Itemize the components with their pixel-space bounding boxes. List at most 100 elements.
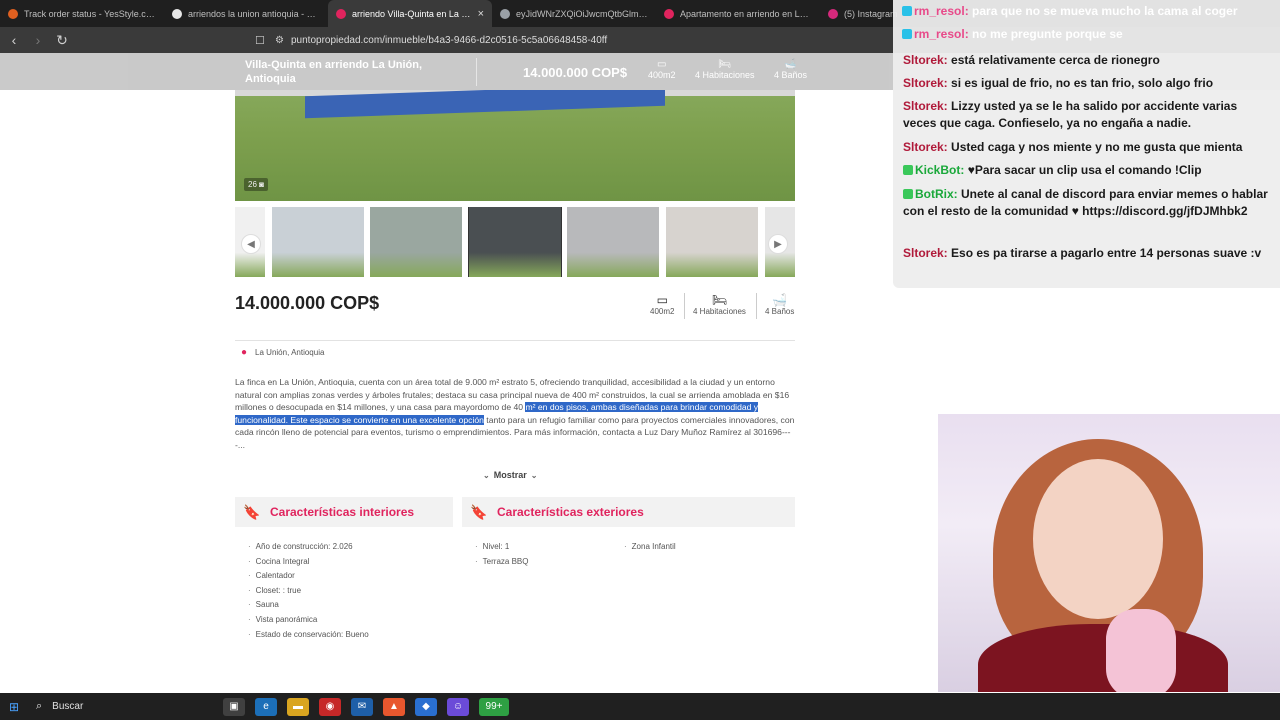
browser-tab[interactable]: Apartamento en arriendo en La Unió: [656, 0, 820, 27]
sticky-rooms: 🛏 4 Habitaciones: [695, 59, 755, 80]
forward-button[interactable]: ›: [28, 30, 48, 50]
chat-message: Sltorek: está relativamente cerca de rio…: [903, 52, 1268, 69]
chat-text: para que no se mueva mucho la cama al co…: [972, 4, 1238, 18]
gallery-thumbnail[interactable]: [271, 207, 364, 277]
webcam-shirt: [978, 624, 1228, 692]
feature-item: Terraza BBQ: [475, 555, 529, 570]
browser-tab[interactable]: eyJidWNrZXQiOiJwcmQtbGlmdWxsY: [492, 0, 656, 27]
chat-text: Lizzy usted ya se le ha salido por accid…: [903, 99, 1238, 130]
gallery-thumbnail[interactable]: [370, 207, 463, 277]
url-text: puntopropiedad.com/inmueble/b4a3-9466-d2…: [291, 34, 608, 46]
chat-badge-icon: [902, 6, 912, 16]
chat-message: Sltorek: Lizzy usted ya se le ha salido …: [903, 98, 1268, 132]
tab-favicon-icon: [8, 8, 18, 19]
feature-baths-label: 4 Baños: [765, 307, 795, 316]
search-icon: ⌕: [36, 700, 43, 712]
stream-chat-overlay: Sltorek: está relativamente cerca de rio…: [893, 0, 1280, 288]
tab-favicon-icon: [500, 8, 510, 19]
chat-text: si es igual de frio, no es tan frio, sol…: [951, 76, 1214, 90]
webcam-overlay: [938, 414, 1280, 692]
task-view-icon[interactable]: ▣: [223, 697, 245, 716]
feature-item: Calentador: [248, 569, 369, 584]
whatsapp-icon[interactable]: 99+: [479, 697, 509, 716]
brave-icon[interactable]: ▲: [383, 697, 405, 716]
tab-label: Track order status - YesStyle.com - M: [24, 8, 156, 19]
site-info-icon[interactable]: ⚙: [275, 35, 291, 46]
microphone-icon: [1106, 609, 1176, 692]
feature-area: ▭ 400m2: [650, 293, 674, 316]
address-bar[interactable]: ☐ ⚙ puntopropiedad.com/inmueble/b4a3-946…: [255, 31, 895, 49]
chat-username: Sltorek:: [903, 53, 948, 67]
feature-item: Zona Infantil: [624, 540, 676, 555]
reload-button[interactable]: ↻: [52, 30, 72, 50]
browser-tab[interactable]: arriendo Villa-Quinta en La Unión, A ×: [328, 0, 492, 27]
app-icon[interactable]: ◆: [415, 697, 437, 716]
photo-count-badge[interactable]: 26 ◙: [244, 178, 268, 191]
webcam-face: [1033, 459, 1163, 619]
close-tab-icon[interactable]: ×: [478, 8, 484, 20]
chat-badge-icon: [902, 29, 912, 39]
chevron-down-icon: ⌄: [483, 470, 490, 480]
exterior-features-list-2: Zona Infantil: [624, 540, 676, 555]
thumb-prev-button[interactable]: ◀: [241, 234, 261, 254]
taskbar-search[interactable]: ⌕ Buscar: [28, 693, 218, 720]
chat-top-lines: rm_resol: para que no se mueva mucho la …: [900, 0, 1280, 41]
bookmark-icon: 🔖: [243, 503, 261, 520]
show-more-label: Mostrar: [493, 470, 527, 480]
mail-icon[interactable]: ✉: [351, 697, 373, 716]
bath-icon: 🛁: [784, 59, 797, 70]
windows-start-icon[interactable]: ⊞: [0, 700, 28, 714]
feature-item: Sauna: [248, 598, 369, 613]
feature-rooms: 🛏 4 Habitaciones: [693, 293, 746, 316]
chat-username: BotRix:: [915, 187, 958, 201]
chat-username: rm_resol:: [914, 27, 969, 41]
exterior-features-header: 🔖 Características exteriores: [462, 497, 795, 527]
bookmark-icon[interactable]: ☐: [255, 34, 275, 47]
chat-message: BotRix: Unete al canal de discord para e…: [903, 186, 1268, 220]
main-photo[interactable]: 26 ◙: [235, 90, 795, 201]
chat-message: rm_resol: no me pregunte porque se: [902, 26, 1267, 43]
back-button[interactable]: ‹: [4, 30, 24, 50]
discord-icon[interactable]: ☺: [447, 697, 469, 716]
exterior-features-list: Nivel: 1Terraza BBQ: [475, 540, 529, 570]
camera-icon: ◙: [259, 180, 264, 189]
bath-icon: 🛁: [772, 293, 788, 307]
feature-item: Closet: : true: [248, 584, 369, 599]
chat-username: Sltorek:: [903, 140, 948, 154]
feature-item: Año de construcción: 2.026: [248, 540, 369, 555]
chat-badge-icon: [903, 189, 913, 199]
feature-item: Estado de conservación: Bueno: [248, 628, 369, 643]
browser-tab[interactable]: Track order status - YesStyle.com - M: [0, 0, 164, 27]
notification-badge: 99+: [485, 701, 503, 712]
chat-username: Sltorek:: [903, 246, 948, 260]
chat-message: Sltorek: Usted caga y nos miente y no me…: [903, 139, 1268, 156]
sticky-title: Villa-Quinta en arriendo La Unión, Antio…: [245, 59, 423, 85]
chevron-down-icon: ⌄: [530, 470, 538, 480]
chat-username: KickBot:: [915, 163, 965, 177]
gallery-thumbnail[interactable]: [567, 207, 660, 277]
gallery-thumbnail[interactable]: [467, 207, 562, 277]
tab-label: arriendos la union antioquia - Buscar: [188, 8, 320, 19]
tab-label: Apartamento en arriendo en La Unió: [680, 8, 812, 19]
chat-message: Sltorek: Eso es pa tirarse a pagarlo ent…: [903, 245, 1268, 262]
exterior-features-title: Características exteriores: [497, 505, 644, 519]
tab-favicon-icon: [828, 8, 838, 19]
chat-text: Unete al canal de discord para enviar me…: [903, 187, 1268, 218]
sticky-divider: [476, 58, 477, 86]
divider: [235, 340, 795, 341]
bed-icon: 🛏: [711, 293, 728, 307]
sticky-price: 14.000.000 COP$: [523, 65, 628, 80]
thumb-next-button[interactable]: ▶: [768, 234, 788, 254]
browser-tab[interactable]: arriendos la union antioquia - Buscar: [164, 0, 328, 27]
show-more-button[interactable]: ⌄ Mostrar ⌄: [483, 470, 537, 480]
gallery-thumbnail[interactable]: [666, 207, 758, 277]
chat-message: KickBot: ♥Para sacar un clip usa el coma…: [903, 162, 1268, 179]
chat-text: Eso es pa tirarse a pagarlo entre 14 per…: [951, 246, 1262, 260]
chat-text: ♥Para sacar un clip usa el comando !Clip: [967, 163, 1202, 177]
edge-icon[interactable]: e: [255, 697, 277, 716]
chat-text: Usted caga y nos miente y no me gusta qu…: [951, 140, 1243, 154]
chrome-icon[interactable]: ◉: [319, 697, 341, 716]
windows-taskbar: ⊞ ⌕ Buscar ▣ e ▬ ◉ ✉ ▲ ◆ ☺ 99+: [0, 693, 1280, 720]
file-explorer-icon[interactable]: ▬: [287, 697, 309, 716]
sticky-rooms-label: 4 Habitaciones: [695, 70, 755, 80]
